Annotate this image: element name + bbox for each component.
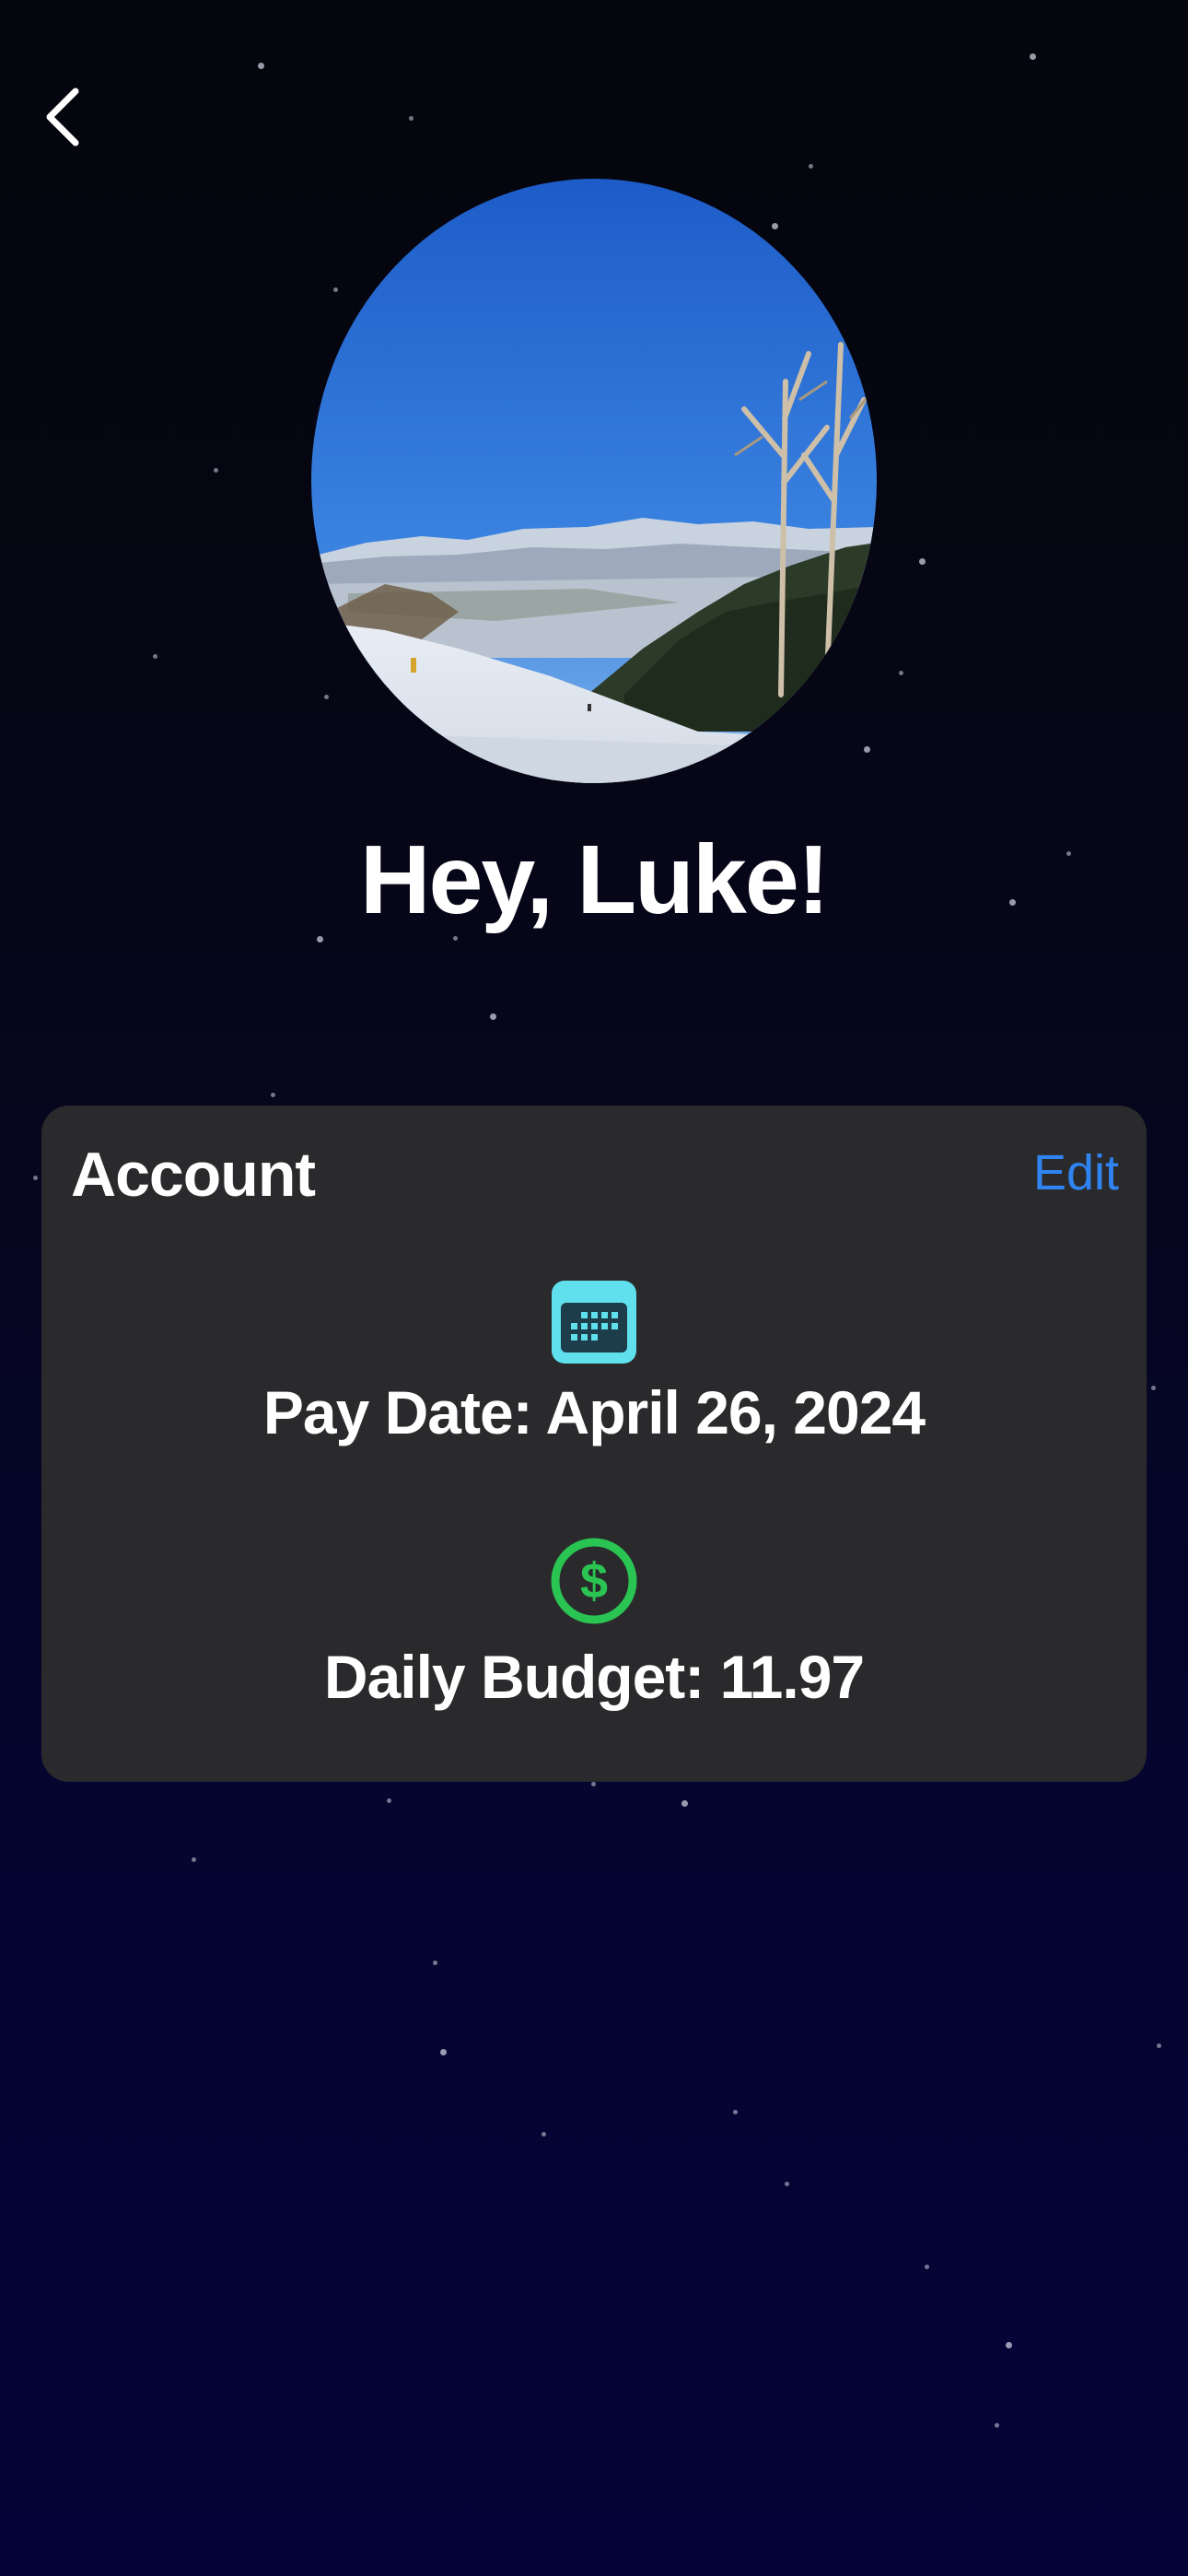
avatar[interactable]	[311, 179, 877, 783]
profile-photo	[311, 179, 877, 783]
back-button[interactable]	[44, 76, 118, 158]
edit-button[interactable]: Edit	[1033, 1144, 1119, 1201]
greeting-title: Hey, Luke!	[359, 825, 830, 934]
account-card: Account Edit Pay Date: April 26, 2024 $ …	[41, 1106, 1147, 1782]
calendar-icon	[552, 1281, 636, 1364]
svg-text:$: $	[580, 1553, 608, 1609]
daily-budget-text: Daily Budget: 11.97	[323, 1643, 865, 1711]
account-title: Account	[71, 1140, 316, 1210]
chevron-left-icon	[46, 88, 79, 146]
dollar-circle-icon: $	[551, 1538, 637, 1624]
pay-date-text: Pay Date: April 26, 2024	[262, 1378, 926, 1446]
